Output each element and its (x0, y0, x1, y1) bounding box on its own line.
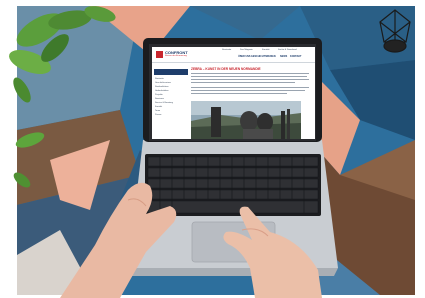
sidebar-header (154, 69, 188, 75)
util-link-home[interactable]: Startseite (222, 49, 231, 52)
article-text-line (191, 76, 307, 78)
article-text-line (191, 73, 309, 75)
sidebar-item[interactable]: Startseite (155, 78, 164, 81)
sidebar-item[interactable]: Gedenkstätten (155, 90, 169, 93)
nav-news[interactable]: NEWS (280, 55, 287, 58)
laptop-screen: CONFRONT Reisen der Erinnerung Startseit… (152, 47, 315, 139)
util-link-search[interactable]: Suche & Download (278, 49, 297, 52)
nav-contact[interactable]: KONTAKT (290, 55, 302, 58)
sidebar-item[interactable]: Presse (155, 114, 161, 117)
main-nav: ÜBER UNS GESCHICHTSREISEN NEWS KONTAKT (238, 55, 314, 59)
article-title: ZEBRA – KUNST IN DER NEUEN NORMANDIE (191, 67, 261, 71)
util-link-magazine[interactable]: Das Magazin (240, 49, 253, 52)
article-text-line (191, 93, 287, 95)
article-text-line (191, 90, 305, 92)
article: ZEBRA – KUNST IN DER NEUEN NORMANDIE (191, 67, 313, 139)
desk-scene (0, 0, 425, 298)
utility-nav: Startseite Das Magazin Kontakt Suche & D… (222, 49, 314, 53)
article-text-line (191, 87, 309, 89)
sidebar-item[interactable]: Service & Beratung (155, 102, 173, 105)
article-photo[interactable] (191, 101, 301, 139)
brand-logo-icon (156, 51, 163, 58)
sidebar-item[interactable]: Kontakt (155, 106, 162, 109)
geometric-wire-vase-icon (379, 9, 411, 53)
nav-history-trips[interactable]: GESCHICHTSREISEN (251, 55, 276, 58)
sidebar-item[interactable]: Geschichtsreisen (155, 82, 171, 85)
sidebar-item[interactable]: Team (155, 110, 160, 113)
brand-subtitle: Reisen der Erinnerung (165, 55, 187, 57)
article-text-line (191, 82, 295, 84)
site-header: CONFRONT Reisen der Erinnerung Startseit… (152, 47, 315, 63)
sidebar: Startseite Geschichtsreisen Studienfahrt… (154, 69, 188, 139)
article-text-line (191, 79, 309, 81)
sidebar-item[interactable]: Projekte (155, 94, 163, 97)
sidebar-item[interactable]: Seminare (155, 98, 164, 101)
util-link-contact[interactable]: Kontakt (262, 49, 269, 52)
sidebar-item[interactable]: Studienfahrten (155, 86, 169, 89)
nav-about[interactable]: ÜBER UNS (238, 55, 251, 58)
